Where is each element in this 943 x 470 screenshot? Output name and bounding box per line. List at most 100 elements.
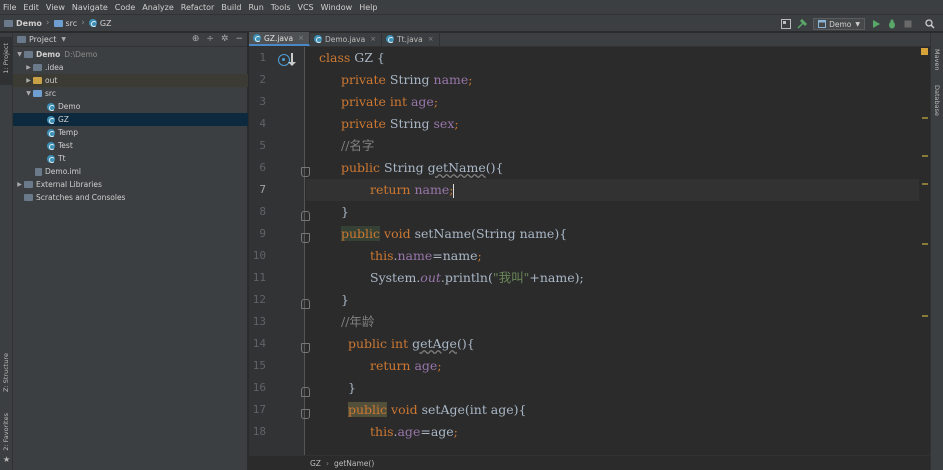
project-panel-tools: ⊕ ÷ ✲ − [185,34,243,44]
module-folder-icon [4,19,13,27]
menu-build[interactable]: Build [221,3,241,12]
star-icon: ★ [3,455,11,464]
tree-item-class-tt[interactable]: Tt [13,152,248,165]
tree-item-scratches[interactable]: Scratches and Consoles [13,191,248,204]
run-configuration-select[interactable]: Demo ▼ [813,18,865,30]
tree-item-class-demo[interactable]: Demo [13,100,248,113]
code-line: } [341,204,349,219]
breadcrumb-class[interactable]: GZ [310,459,321,468]
chevron-right-icon: › [325,458,329,468]
code-line: class GZ { [319,50,385,65]
hide-panel-icon[interactable]: − [235,34,243,44]
line-number: 13 [252,315,266,328]
arrow-down-icon [288,53,296,66]
code-line: private int age; [341,94,439,109]
project-view-selector[interactable]: Project [29,35,56,44]
collapse-arrow-icon[interactable]: ▶ [24,64,33,71]
editor-gutter: 1 2 3 4 5 6 7 8 9 10 11 12 13 14 15 16 1… [249,47,310,458]
chevron-down-icon[interactable]: ▼ [61,36,66,43]
code-line: public void setAge(int age){ [348,402,527,417]
project-structure-icon[interactable] [781,19,792,29]
line-number: 4 [259,117,266,130]
tree-item-src[interactable]: ▼ src [13,87,248,100]
folder-icon [33,64,42,71]
tree-item-demo-iml[interactable]: Demo.iml [13,165,248,178]
code-area[interactable]: class GZ { private String name; private … [306,47,919,458]
debug-icon[interactable] [887,19,897,29]
menu-tools[interactable]: Tools [271,3,291,12]
excluded-folder-icon [33,77,42,84]
tool-window-database[interactable]: Database [931,83,943,127]
tool-window-project[interactable]: 1: Project [0,37,13,85]
tree-item-idea[interactable]: ▶ .idea [13,61,248,74]
tree-item-class-temp[interactable]: Temp [13,126,248,139]
menu-view[interactable]: View [46,3,65,12]
line-number: 8 [259,205,266,218]
class-icon [313,35,322,43]
line-number: 9 [259,227,266,240]
application-icon [818,20,827,28]
menu-window[interactable]: Window [321,3,353,12]
warning-marker[interactable] [922,315,928,317]
close-icon[interactable]: × [298,34,304,42]
menu-refactor[interactable]: Refactor [181,3,215,12]
collapse-arrow-icon[interactable]: ▶ [24,77,33,84]
line-number: 17 [252,403,266,416]
project-panel-header: Project ▼ ⊕ ÷ ✲ − [13,33,247,47]
text-caret [453,183,455,198]
locate-file-icon[interactable]: ⊕ [192,34,200,44]
warning-marker[interactable] [922,183,928,185]
stop-icon[interactable] [903,19,913,29]
line-number: 3 [259,95,266,108]
close-icon[interactable]: × [428,35,434,43]
nav-crumb-demo[interactable]: Demo [4,19,42,28]
tree-item-class-gz[interactable]: GZ [13,113,248,126]
tool-window-maven[interactable]: Maven [931,47,943,75]
gear-icon[interactable]: ✲ [221,34,229,44]
expand-arrow-icon[interactable]: ▼ [15,51,24,58]
nav-crumb-src[interactable]: src [53,19,77,28]
menu-code[interactable]: Code [115,3,135,12]
tool-window-favorites[interactable]: 2: Favorites ★ [0,411,13,467]
code-line: } [348,380,356,395]
line-number: 12 [252,293,266,306]
code-line: return age; [370,358,442,373]
menu-edit[interactable]: Edit [23,3,39,12]
collapse-arrow-icon[interactable]: ▶ [15,181,24,188]
nav-crumb-gz[interactable]: GZ [88,19,112,28]
library-icon [24,181,33,188]
close-icon[interactable]: × [370,35,376,43]
line-number: 11 [252,271,266,284]
tree-item-demo[interactable]: ▼ Demo D:\Demo [13,48,248,61]
warning-marker[interactable] [922,243,928,245]
tree-item-out[interactable]: ▶ out [13,74,248,87]
run-icon[interactable] [871,19,881,29]
menu-help[interactable]: Help [359,3,377,12]
error-stripe[interactable] [919,47,930,458]
menu-bar: File Edit View Navigate Code Analyze Ref… [0,0,943,14]
breadcrumb-method[interactable]: getName() [334,459,374,468]
code-line: this.name=name; [370,248,482,263]
warning-marker[interactable] [922,155,928,157]
tree-item-external-libraries[interactable]: ▶ External Libraries [13,178,248,191]
tool-window-structure[interactable]: Z: Structure [0,351,13,399]
expand-arrow-icon[interactable]: ▼ [24,90,33,97]
menu-analyze[interactable]: Analyze [142,3,174,12]
menu-file[interactable]: File [3,3,16,12]
class-icon [47,154,55,163]
scratches-icon [24,194,33,201]
tab-demo-java[interactable]: Demo.java × [310,32,383,46]
code-line: //年龄 [341,314,375,329]
tab-tt-java[interactable]: Tt.java × [382,32,440,46]
menu-vcs[interactable]: VCS [298,3,314,12]
warning-marker[interactable] [922,117,928,119]
menu-navigate[interactable]: Navigate [72,3,108,12]
tree-item-class-test[interactable]: Test [13,139,248,152]
search-icon[interactable] [925,19,935,29]
build-hammer-icon[interactable] [797,19,808,29]
tab-gz-java[interactable]: GZ.java × [249,32,310,46]
class-icon [47,115,55,124]
collapse-all-icon[interactable]: ÷ [206,34,214,44]
code-line: this.age=age; [370,424,458,439]
menu-run[interactable]: Run [248,3,263,12]
